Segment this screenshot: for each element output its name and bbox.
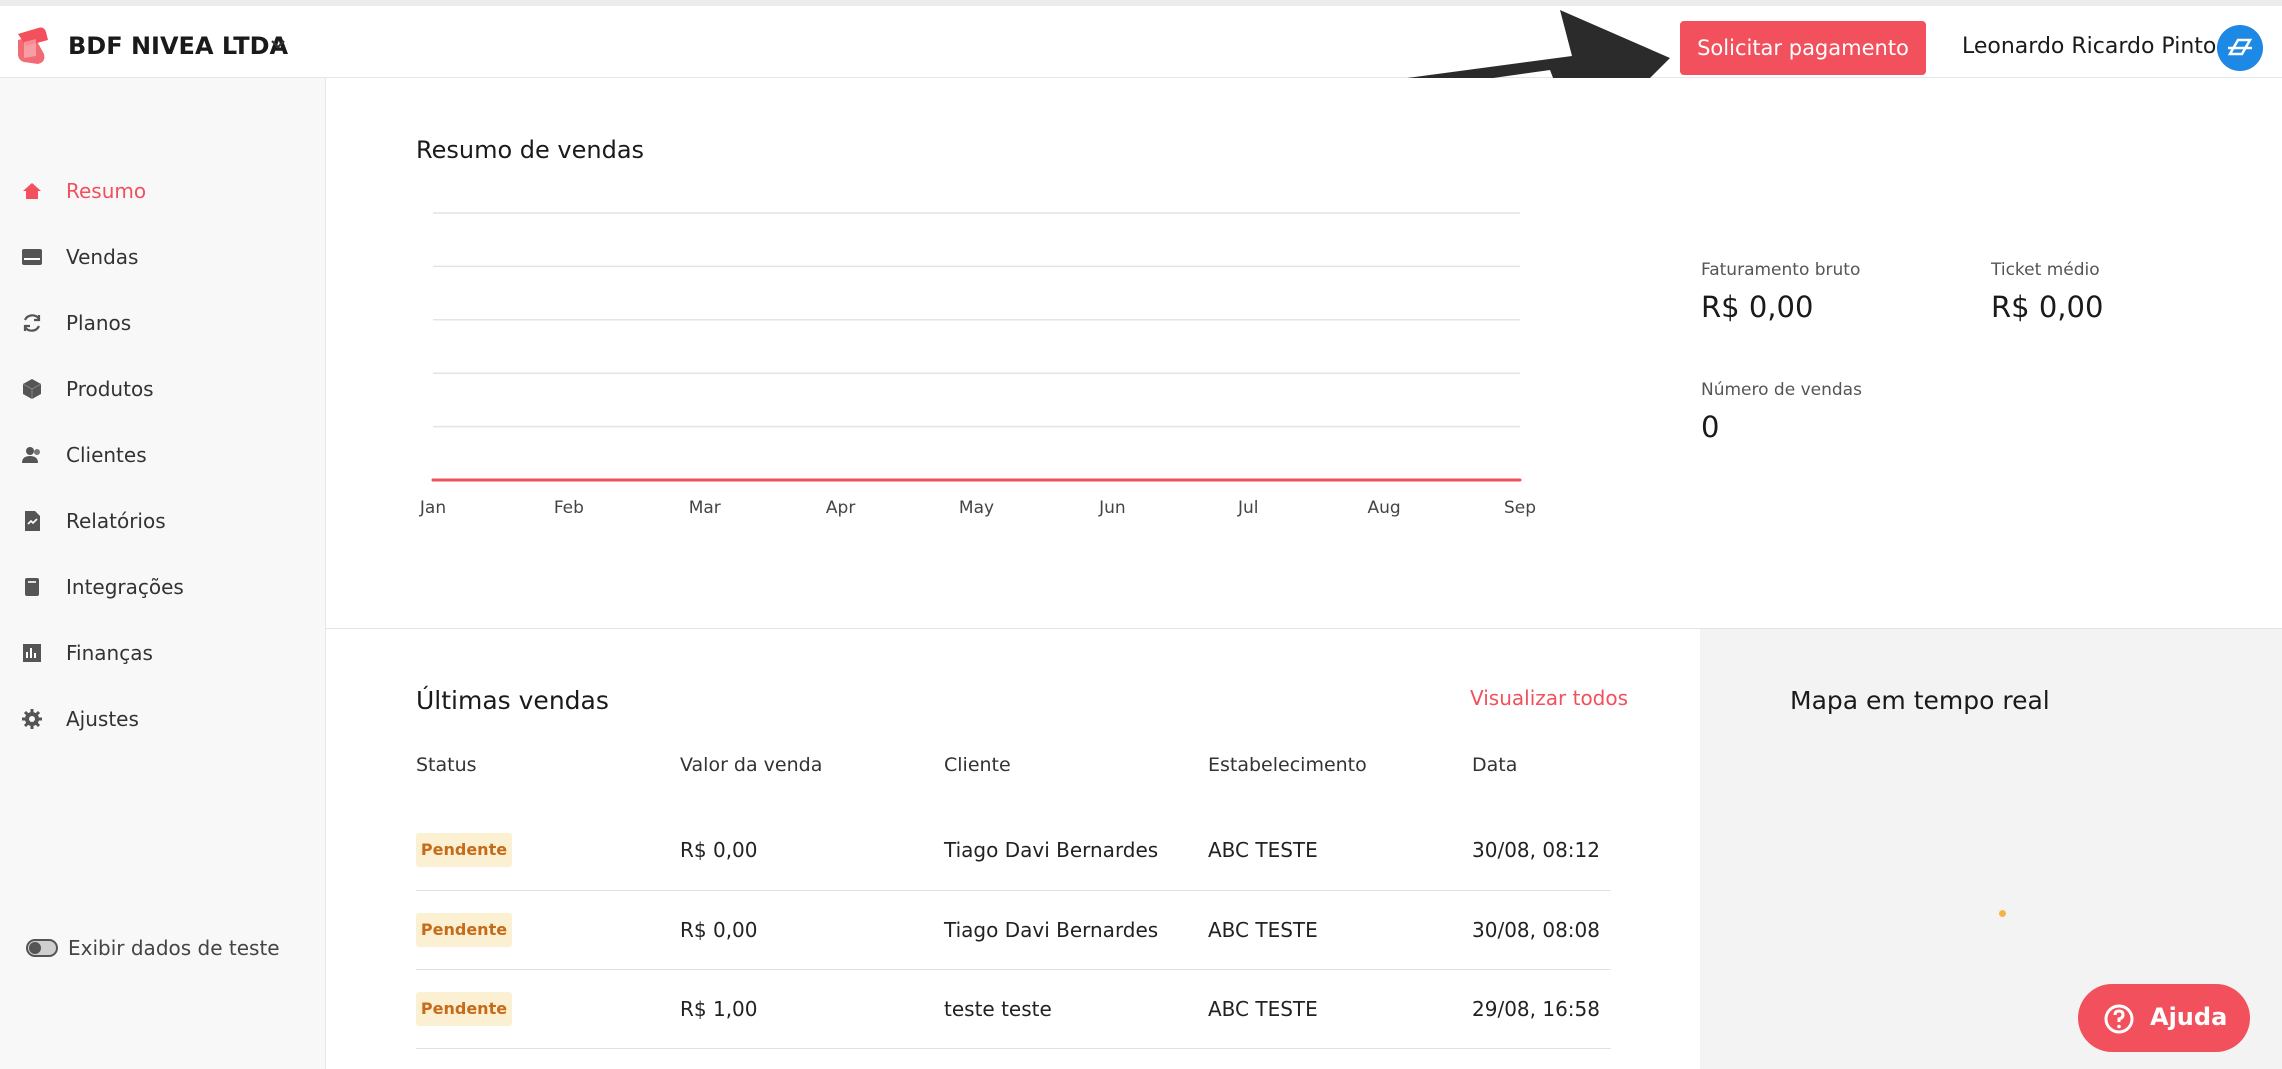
sidebar-item-label: Produtos [66,377,154,401]
store-name: ABC TESTE [1208,918,1318,942]
sidebar-item-ajustes[interactable]: Ajustes [0,693,325,745]
client-name: Tiago Davi Bernardes [944,838,1159,862]
gross-revenue-label: Faturamento bruto [1701,260,1861,280]
data-point[interactable] [567,478,571,482]
sales-line-chart: Jan Feb Mar Apr May Jun Jul Aug Sep [419,212,1536,518]
home-icon [23,183,41,199]
report-icon [25,511,40,531]
column-header-value[interactable]: Valor da venda [680,754,822,776]
sidebar-item-label: Clientes [66,443,147,467]
live-map-title: Mapa em tempo real [1790,686,2050,715]
sidebar-item-clientes[interactable]: Clientes [0,429,325,481]
toggle-knob [29,942,41,954]
chart-title: Resumo de vendas [416,136,645,164]
column-header-store[interactable]: Estabelecimento [1208,754,1367,776]
x-tick-label: Apr [826,498,855,518]
average-ticket-value: R$ 0,00 [1991,290,2104,324]
box-icon [22,379,42,399]
sale-date: 29/08, 16:58 [1472,997,1600,1021]
sidebar-item-label: Vendas [66,245,139,269]
test-data-toggle-label: Exibir dados de teste [68,936,280,960]
avatar[interactable] [2216,24,2264,72]
chevron-down-icon[interactable] [268,34,288,54]
sidebar-item-label: Planos [66,311,132,335]
map-marker[interactable] [1999,910,2006,917]
sidebar-item-planos[interactable]: Planos [0,297,325,349]
data-point[interactable] [975,478,978,482]
x-tick-label: May [959,498,994,518]
latest-sales-title: Últimas vendas [416,686,609,715]
sale-value: R$ 0,00 [680,838,758,862]
integration-icon [25,578,39,596]
x-tick-label: Mar [689,498,721,518]
question-icon [2104,1004,2134,1034]
data-point[interactable] [703,478,707,482]
users-icon [22,447,40,463]
gear-icon [22,709,42,729]
row-divider [416,1048,1611,1049]
sidebar-item-label: Relatórios [66,509,166,533]
sales-count-label: Número de vendas [1701,380,1862,400]
sidebar-item-produtos[interactable]: Produtos [0,363,325,415]
data-point[interactable] [431,478,435,482]
row-divider [416,969,1611,970]
average-ticket-label: Ticket médio [1991,260,2100,280]
x-tick-label: Jan [419,498,446,518]
help-button[interactable]: Ajuda [2078,984,2250,1052]
x-tick-label: Jun [1098,498,1126,518]
gross-revenue-value: R$ 0,00 [1701,290,1814,324]
help-label: Ajuda [2150,1003,2228,1031]
sidebar: Resumo Vendas Planos Produtos Clientes R… [0,78,326,1069]
sidebar-item-vendas[interactable]: Vendas [0,231,325,283]
x-tick-label: Sep [1504,498,1536,518]
store-name: ABC TESTE [1208,838,1318,862]
sidebar-item-relatorios[interactable]: Relatórios [0,495,325,547]
sidebar-item-label: Resumo [66,179,147,203]
sidebar-item-label: Finanças [66,641,153,665]
sidebar-item-label: Integrações [66,575,184,599]
sales-icon [22,249,42,265]
sidebar-item-label: Ajustes [66,707,139,731]
company-name[interactable]: BDF NIVEA LTDA [68,32,288,60]
column-header-status[interactable]: Status [416,754,477,776]
status-badge: Pendente [416,913,512,947]
column-header-client[interactable]: Cliente [944,754,1011,776]
test-data-toggle[interactable]: Exibir dados de teste [26,930,316,970]
status-badge: Pendente [416,833,512,867]
sale-date: 30/08, 08:08 [1472,918,1600,942]
refresh-icon [23,314,41,332]
client-name: teste teste [944,997,1052,1021]
sidebar-item-financas[interactable]: Finanças [0,627,325,679]
x-tick-label: Jul [1237,498,1259,518]
status-badge: Pendente [416,992,512,1026]
store-name: ABC TESTE [1208,997,1318,1021]
user-name[interactable]: Leonardo Ricardo Pinto [1962,34,2216,59]
data-point[interactable] [1246,478,1250,482]
data-point[interactable] [839,478,843,482]
finance-icon [23,644,41,662]
sale-date: 30/08, 08:12 [1472,838,1600,862]
x-tick-label: Aug [1368,498,1401,518]
sidebar-item-resumo[interactable]: Resumo [0,165,325,217]
row-divider [416,890,1611,891]
sale-value: R$ 1,00 [680,997,758,1021]
x-tick-label: Feb [554,498,584,518]
request-payment-button[interactable]: Solicitar pagamento [1680,21,1926,75]
sale-value: R$ 0,00 [680,918,758,942]
toggle-switch[interactable] [26,939,58,957]
column-header-date[interactable]: Data [1472,754,1517,776]
client-name: Tiago Davi Bernardes [944,918,1159,942]
sales-count-value: 0 [1701,410,1720,444]
data-point[interactable] [1110,478,1114,482]
sidebar-item-integracoes[interactable]: Integrações [0,561,325,613]
data-point[interactable] [1518,478,1522,482]
company-logo-icon [18,27,48,64]
data-point[interactable] [1382,478,1386,482]
view-all-link[interactable]: Visualizar todos [1470,686,1628,710]
